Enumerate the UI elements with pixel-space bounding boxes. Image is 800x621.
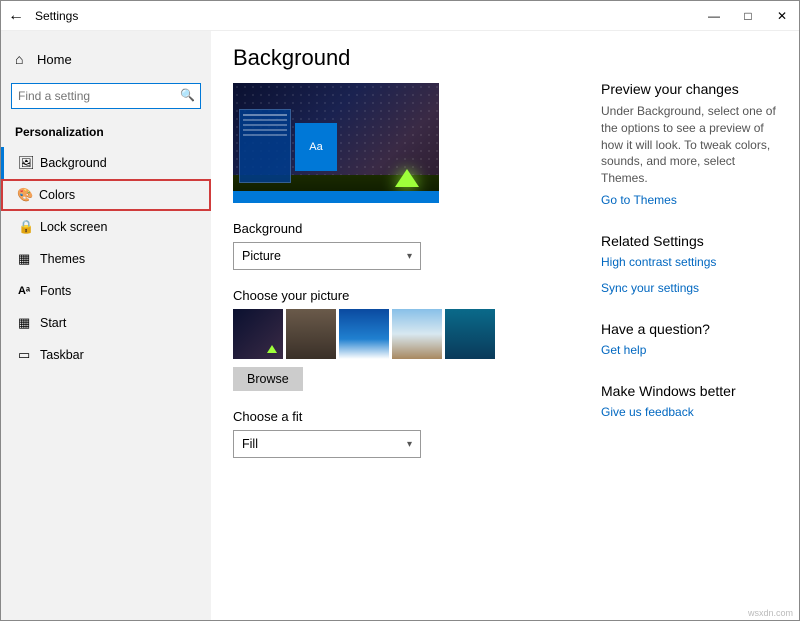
picture-thumb[interactable] [392,309,442,359]
sidebar-item-label: Lock screen [40,220,107,234]
background-select-value: Picture [242,249,281,263]
sidebar-item-themes[interactable]: ▦ Themes [1,243,211,275]
picture-thumb[interactable] [233,309,283,359]
browse-button[interactable]: Browse [233,367,303,391]
home-nav[interactable]: ⌂ Home [1,41,211,77]
picture-thumb[interactable] [339,309,389,359]
lock-icon: 🔒 [18,219,40,235]
sidebar-item-taskbar[interactable]: ▭ Taskbar [1,339,211,371]
fit-select[interactable]: Fill ▾ [233,430,421,458]
background-select[interactable]: Picture ▾ [233,242,421,270]
close-button[interactable]: ✕ [765,2,799,30]
background-label: Background [233,221,589,236]
home-icon: ⌂ [15,51,37,67]
fonts-icon: Aᵃ [18,285,40,297]
sidebar-item-start[interactable]: ▦ Start [1,307,211,339]
sidebar-item-background[interactable]: 🖼 Background [1,147,211,179]
go-to-themes-link[interactable]: Go to Themes [601,193,777,207]
choose-picture-label: Choose your picture [233,288,589,303]
window-title: Settings [31,9,78,23]
chevron-down-icon: ▾ [407,439,412,450]
search-input[interactable] [11,83,201,109]
watermark: wsxdn.com [748,608,793,618]
get-help-link[interactable]: Get help [601,343,777,357]
sidebar-item-label: Themes [40,252,85,266]
main-column: Background Aa Background Picture ▾ Choos… [233,45,589,620]
section-heading: Personalization [1,119,211,147]
preview-sample-text: Aa [295,123,337,171]
palette-icon: 🎨 [17,187,39,203]
maximize-button[interactable]: □ [731,2,765,30]
sidebar-item-label: Fonts [40,284,71,298]
picture-thumb[interactable] [445,309,495,359]
fit-select-value: Fill [242,437,258,451]
sidebar-item-label: Colors [39,188,75,202]
sidebar-item-fonts[interactable]: Aᵃ Fonts [1,275,211,307]
sync-settings-link[interactable]: Sync your settings [601,281,777,295]
sidebar-item-lockscreen[interactable]: 🔒 Lock screen [1,211,211,243]
page-title: Background [233,45,589,71]
sidebar-item-label: Start [40,316,66,330]
chevron-down-icon: ▾ [407,251,412,262]
question-heading: Have a question? [601,321,777,337]
picture-thumb[interactable] [286,309,336,359]
picture-thumbnails [233,309,589,359]
high-contrast-link[interactable]: High contrast settings [601,255,777,269]
sidebar: ⌂ Home 🔍 Personalization 🖼 Background 🎨 … [1,31,211,620]
make-better-heading: Make Windows better [601,383,777,399]
titlebar: ← Settings ― □ ✕ [1,1,799,31]
picture-icon: 🖼 [18,155,40,171]
sidebar-item-label: Background [40,156,107,170]
home-label: Home [37,52,72,67]
themes-icon: ▦ [18,251,40,267]
start-icon: ▦ [18,315,40,331]
feedback-link[interactable]: Give us feedback [601,405,777,419]
sidebar-item-label: Taskbar [40,348,84,362]
taskbar-icon: ▭ [18,347,40,363]
back-button[interactable]: ← [1,7,31,25]
related-settings-heading: Related Settings [601,233,777,249]
minimize-button[interactable]: ― [697,2,731,30]
right-column: Preview your changes Under Background, s… [589,45,777,620]
sidebar-item-colors[interactable]: 🎨 Colors [1,179,211,211]
choose-fit-label: Choose a fit [233,409,589,424]
preview-changes-text: Under Background, select one of the opti… [601,103,777,187]
preview-changes-heading: Preview your changes [601,81,777,97]
desktop-preview: Aa [233,83,439,203]
